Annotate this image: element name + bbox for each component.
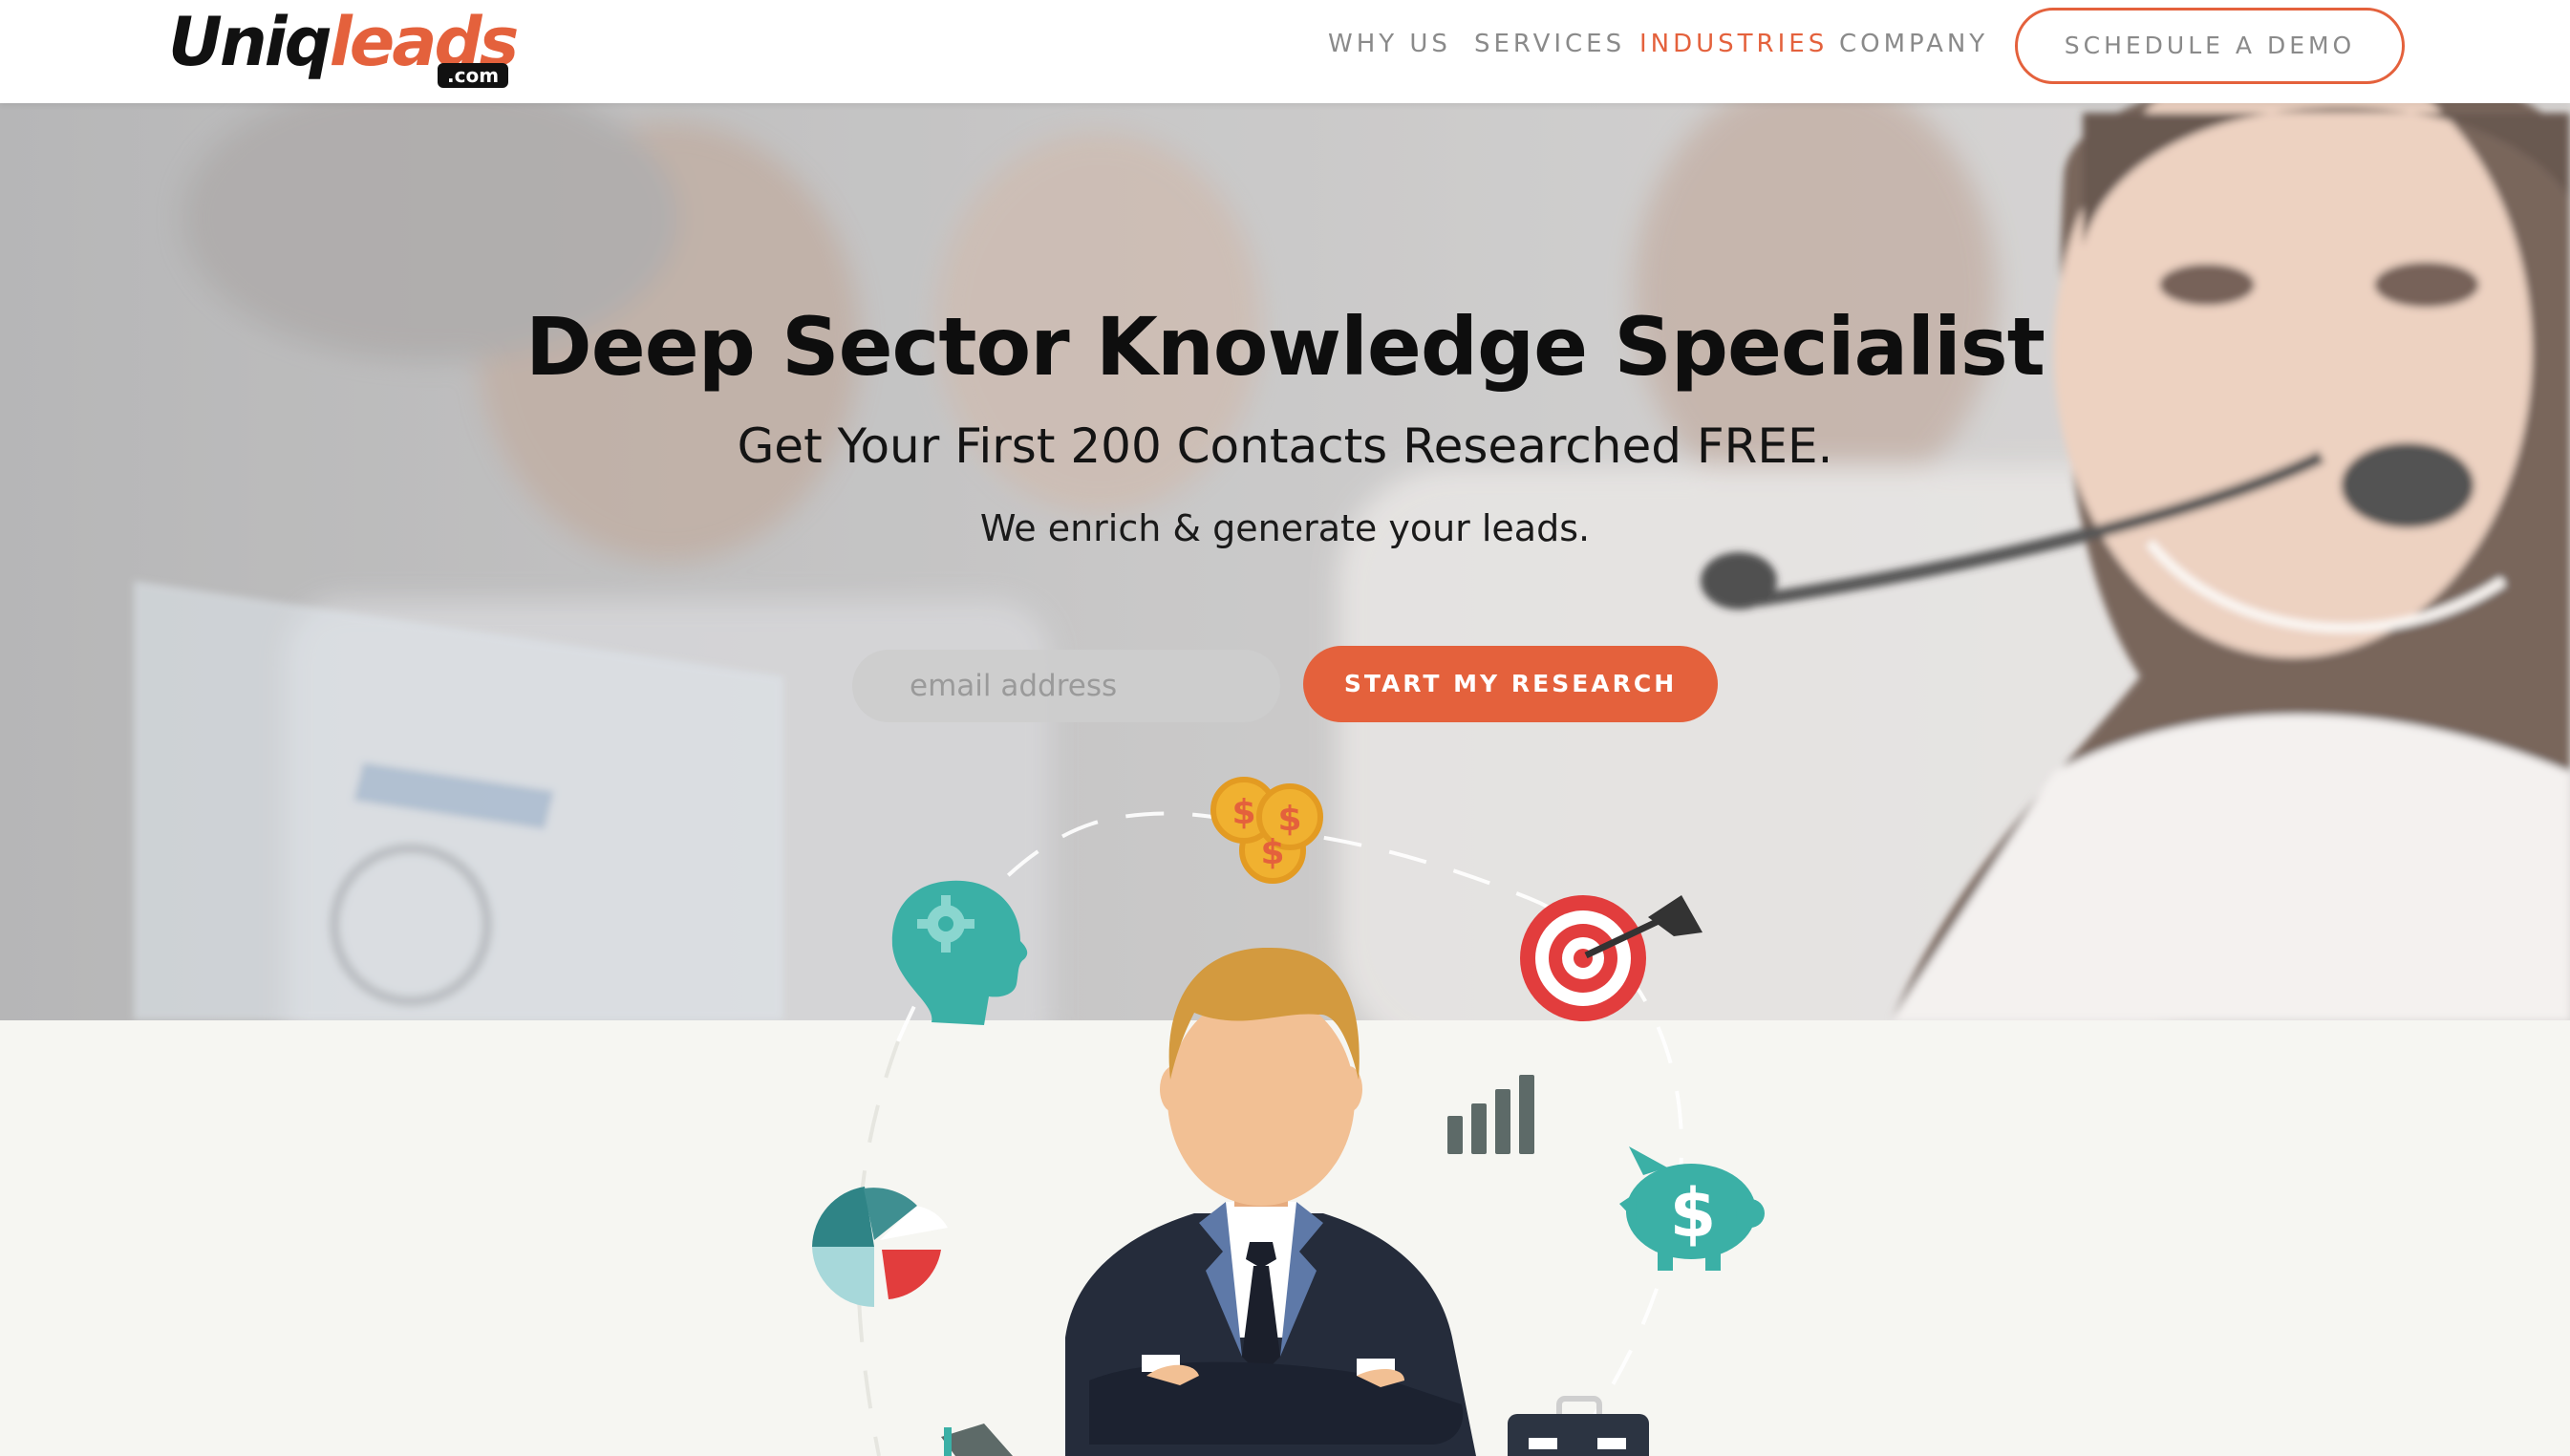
start-research-button[interactable]: START MY RESEARCH (1303, 646, 1718, 722)
hero-title: Deep Sector Knowledge Specialist (525, 300, 2045, 394)
brand-logo[interactable]: Uniqleads .com (168, 6, 522, 88)
hero-subtitle: Get Your First 200 Contacts Researched F… (737, 418, 1833, 474)
piggy-bank-icon: $ (1619, 1146, 1765, 1271)
businessman-icon (1065, 947, 1476, 1456)
bar-chart-icon (1447, 1075, 1534, 1154)
logo-dotcom-badge: .com (438, 63, 509, 88)
nav-company[interactable]: COMPANY (1839, 27, 1988, 61)
nav-industries[interactable]: INDUSTRIES (1639, 27, 1828, 61)
svg-text:$: $ (1260, 833, 1284, 872)
pie-chart-icon (812, 1187, 948, 1308)
schedule-demo-button[interactable]: SCHEDULE A DEMO (2015, 8, 2405, 84)
nav-why-us[interactable]: WHY US (1328, 27, 1451, 61)
hero-tagline: We enrich & generate your leads. (979, 507, 1591, 549)
briefcase-icon (1508, 1396, 1649, 1456)
site-header: Uniqleads .com WHY US SERVICES INDUSTRIE… (0, 0, 2570, 103)
email-input[interactable] (852, 650, 1280, 722)
svg-text:$: $ (1670, 1174, 1717, 1253)
svg-text:$: $ (1231, 793, 1255, 832)
hero-background-photo (0, 103, 2570, 1020)
megaphone-icon (941, 1424, 1013, 1456)
nav-services[interactable]: SERVICES (1474, 27, 1625, 61)
hero-section: Deep Sector Knowledge Specialist Get You… (0, 103, 2570, 1020)
